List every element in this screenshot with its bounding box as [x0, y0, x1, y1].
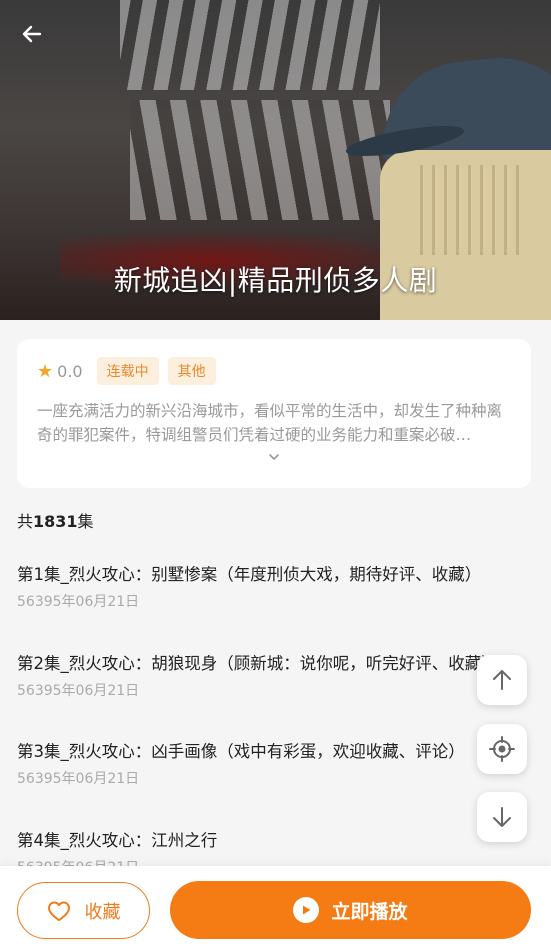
episode-date: 56395年06月21日	[17, 771, 140, 787]
episode-date: 56395年06月21日	[17, 682, 140, 699]
favorite-button[interactable]: 收藏	[17, 882, 150, 939]
play-icon	[293, 897, 320, 923]
rating-value: 0.0	[57, 361, 83, 381]
album-title: 新城追凶|精品刑侦多人剧	[113, 264, 438, 297]
episode-title: 第2集_烈火攻心：胡狼现身（顾新城：说你呢，听完好评、收藏）	[17, 653, 498, 673]
episode-title: 第4集_烈火攻心：江州之行	[17, 830, 218, 850]
episode-item[interactable]: 第1集_烈火攻心：别墅惨案（年度刑侦大戏，期待好评、收藏） 56395年06月2…	[17, 560, 551, 649]
episode-date: 56395年06月21日	[17, 594, 140, 610]
favorite-label: 收藏	[84, 901, 121, 923]
category-tag: 其他	[167, 357, 216, 385]
meta-row: ★ 0.0 连载中 其他	[37, 357, 511, 385]
star-icon: ★	[37, 360, 54, 382]
episode-title: 第3集_烈火攻心：凶手画像（戏中有彩蛋，欢迎收藏、评论）	[17, 742, 465, 761]
play-now-button[interactable]: 立即播放	[170, 881, 531, 939]
episode-total: 共1831集	[17, 508, 94, 532]
episode-total-prefix: 共	[17, 512, 34, 531]
back-button[interactable]	[12, 16, 52, 52]
album-info-card: ★ 0.0 连载中 其他 一座充满活力的新兴沿海城市，看似平常的生活中，却发生了…	[17, 339, 531, 488]
album-description: 一座充满活力的新兴沿海城市，看似平常的生活中，却发生了种种离奇的罪犯案件，特调组…	[37, 402, 503, 444]
episode-item[interactable]: 第2集_烈火攻心：胡狼现身（顾新城：说你呢，听完好评、收藏） 56395年06月…	[17, 649, 551, 738]
locate-icon	[489, 736, 515, 762]
arrow-left-icon	[22, 25, 42, 43]
play-label: 立即播放	[331, 900, 408, 923]
heart-icon	[47, 901, 70, 921]
episode-total-count: 1831	[33, 512, 78, 531]
rating: ★ 0.0	[37, 361, 83, 382]
chevron-down-icon	[269, 454, 279, 461]
episode-list: 第1集_烈火攻心：别墅惨案（年度刑侦大戏，期待好评、收藏） 56395年06月2…	[17, 560, 551, 914]
bottom-action-bar: 收藏 立即播放	[0, 866, 551, 947]
cover-art-text-bottom	[130, 100, 390, 220]
locate-current-button[interactable]	[477, 724, 527, 774]
episode-item[interactable]: 第3集_烈火攻心：凶手画像（戏中有彩蛋，欢迎收藏、评论） 56395年06月21…	[17, 737, 551, 826]
episode-total-suffix: 集	[77, 512, 94, 531]
scroll-bottom-button[interactable]	[477, 792, 527, 842]
cover-art-hair	[420, 165, 520, 255]
arrow-down-icon	[493, 807, 511, 827]
cover-art-text-top	[120, 0, 380, 90]
scroll-top-button[interactable]	[477, 655, 527, 705]
status-tag: 连载中	[96, 357, 159, 385]
cover-banner: 新城追凶|精品刑侦多人剧	[0, 0, 551, 320]
expand-description-button[interactable]	[37, 447, 511, 467]
arrow-up-icon	[493, 670, 511, 690]
episode-title: 第1集_烈火攻心：别墅惨案（年度刑侦大戏，期待好评、收藏）	[17, 565, 482, 584]
